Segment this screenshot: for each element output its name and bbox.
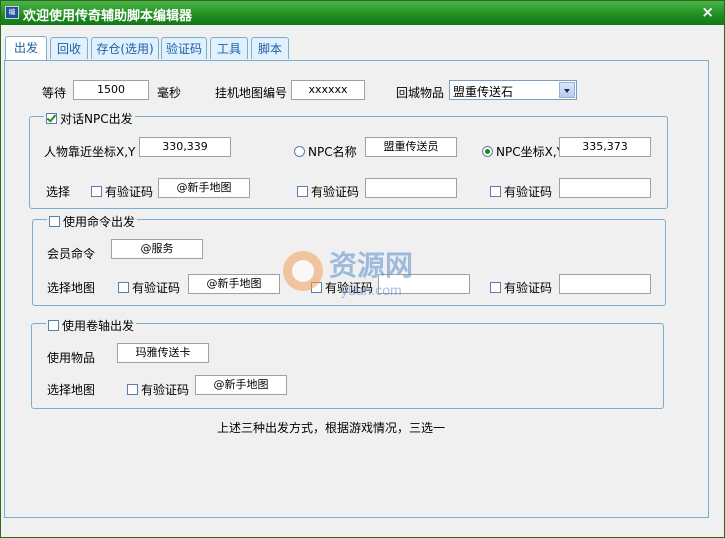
npc-captcha-3-checkbox[interactable] bbox=[490, 186, 501, 197]
scroll-map-input[interactable]: @新手地图 bbox=[195, 375, 287, 395]
scroll-group-legend[interactable]: 使用卷轴出发 bbox=[46, 317, 137, 334]
cmd-captcha-3[interactable]: 有验证码 bbox=[490, 279, 552, 296]
cmd-captcha-3-label: 有验证码 bbox=[504, 281, 553, 295]
return-item-label: 回城物品 bbox=[396, 86, 445, 100]
npc-captcha-1-label: 有验证码 bbox=[105, 185, 154, 199]
npc-group: 对话NPC出发 人物靠近坐标X,Y 330,339 NPC名称 盟重传送员 NP… bbox=[29, 110, 668, 209]
npc-captcha-1-checkbox[interactable] bbox=[91, 186, 102, 197]
member-cmd-label: 会员命令 bbox=[47, 247, 96, 261]
npc-captcha-2-label: 有验证码 bbox=[311, 185, 360, 199]
npc-coord-radio[interactable]: NPC坐标X,Y bbox=[482, 143, 564, 160]
cmd-map-2-input[interactable] bbox=[378, 274, 470, 294]
cmd-select-map-label: 选择地图 bbox=[47, 281, 96, 295]
title-bar[interactable]: 编 欢迎使用传奇辅助脚本编辑器 × bbox=[1, 1, 724, 25]
npc-map-3-input[interactable] bbox=[559, 178, 651, 198]
tab-captcha[interactable]: 验证码 bbox=[161, 37, 207, 59]
npc-captcha-3[interactable]: 有验证码 bbox=[490, 183, 552, 200]
scroll-group-title: 使用卷轴出发 bbox=[62, 319, 135, 333]
npc-name-input[interactable]: 盟重传送员 bbox=[365, 137, 457, 157]
tab-tools[interactable]: 工具 bbox=[210, 37, 248, 59]
wait-label: 等待 bbox=[42, 86, 67, 100]
npc-checkbox[interactable] bbox=[46, 113, 57, 124]
cmd-captcha-1[interactable]: 有验证码 bbox=[118, 279, 180, 296]
player-coord-input[interactable]: 330,339 bbox=[139, 137, 231, 157]
scroll-captcha-label: 有验证码 bbox=[141, 383, 190, 397]
return-item-value: 盟重传送石 bbox=[453, 85, 514, 99]
ms-label: 毫秒 bbox=[157, 86, 182, 100]
player-coord-label: 人物靠近坐标X,Y bbox=[44, 145, 136, 159]
scroll-select-map-label: 选择地图 bbox=[47, 383, 96, 397]
npc-coord-radio-dot[interactable] bbox=[482, 146, 493, 157]
footer-note: 上述三种出发方式，根据游戏情况，三选一 bbox=[217, 421, 446, 435]
scroll-checkbox[interactable] bbox=[48, 320, 59, 331]
npc-name-radio-label: NPC名称 bbox=[308, 145, 357, 159]
return-item-select[interactable]: 盟重传送石 bbox=[449, 80, 577, 100]
npc-name-radio-dot[interactable] bbox=[294, 146, 305, 157]
tab-script[interactable]: 脚本 bbox=[251, 37, 289, 59]
close-button[interactable]: × bbox=[701, 3, 714, 21]
npc-map-2-input[interactable] bbox=[365, 178, 457, 198]
command-checkbox[interactable] bbox=[49, 216, 60, 227]
cmd-map-3-input[interactable] bbox=[559, 274, 651, 294]
tab-cuncang[interactable]: 存仓(选用) bbox=[91, 37, 159, 59]
npc-captcha-3-label: 有验证码 bbox=[504, 185, 553, 199]
npc-map-1-input[interactable]: @新手地图 bbox=[158, 178, 250, 198]
chevron-down-icon[interactable] bbox=[559, 82, 575, 98]
npc-captcha-2-checkbox[interactable] bbox=[297, 186, 308, 197]
scroll-captcha-checkbox[interactable] bbox=[127, 384, 138, 395]
cmd-captcha-1-checkbox[interactable] bbox=[118, 282, 129, 293]
cmd-captcha-2-label: 有验证码 bbox=[325, 281, 374, 295]
scroll-group: 使用卷轴出发 使用物品 玛雅传送卡 选择地图 有验证码 @新手地图 bbox=[31, 317, 664, 409]
command-group-legend[interactable]: 使用命令出发 bbox=[47, 213, 138, 230]
npc-coord-radio-label: NPC坐标X,Y bbox=[496, 145, 564, 159]
cmd-captcha-1-label: 有验证码 bbox=[132, 281, 181, 295]
app-icon: 编 bbox=[5, 6, 19, 19]
tab-huishou[interactable]: 回收 bbox=[50, 37, 88, 59]
scroll-captcha[interactable]: 有验证码 bbox=[127, 381, 189, 398]
app-window: 编 欢迎使用传奇辅助脚本编辑器 × 出发 回收 存仓(选用) 验证码 工具 脚本… bbox=[0, 0, 725, 538]
select-label: 选择 bbox=[46, 185, 71, 199]
npc-group-legend[interactable]: 对话NPC出发 bbox=[44, 110, 135, 127]
command-group: 使用命令出发 会员命令 @服务 选择地图 有验证码 @新手地图 有验证码 有验证… bbox=[32, 213, 666, 306]
npc-captcha-2[interactable]: 有验证码 bbox=[297, 183, 359, 200]
command-group-title: 使用命令出发 bbox=[63, 215, 136, 229]
use-item-input[interactable]: 玛雅传送卡 bbox=[117, 343, 209, 363]
tab-content: 等待 1500 毫秒 挂机地图编号 xxxxxx 回城物品 盟重传送石 对话NP… bbox=[4, 60, 709, 518]
member-cmd-input[interactable]: @服务 bbox=[111, 239, 203, 259]
cmd-captcha-2-checkbox[interactable] bbox=[311, 282, 322, 293]
map-id-input[interactable]: xxxxxx bbox=[291, 80, 365, 100]
npc-group-title: 对话NPC出发 bbox=[60, 112, 133, 126]
cmd-map-1-input[interactable]: @新手地图 bbox=[188, 274, 280, 294]
npc-coord-input[interactable]: 335,373 bbox=[559, 137, 651, 157]
npc-captcha-1[interactable]: 有验证码 bbox=[91, 183, 153, 200]
cmd-captcha-2[interactable]: 有验证码 bbox=[311, 279, 373, 296]
map-id-label: 挂机地图编号 bbox=[215, 86, 288, 100]
npc-name-radio[interactable]: NPC名称 bbox=[294, 143, 357, 160]
wait-input[interactable]: 1500 bbox=[73, 80, 149, 100]
cmd-captcha-3-checkbox[interactable] bbox=[490, 282, 501, 293]
use-item-label: 使用物品 bbox=[47, 351, 96, 365]
window-title: 欢迎使用传奇辅助脚本编辑器 bbox=[23, 9, 193, 24]
tab-chufa[interactable]: 出发 bbox=[5, 36, 47, 60]
